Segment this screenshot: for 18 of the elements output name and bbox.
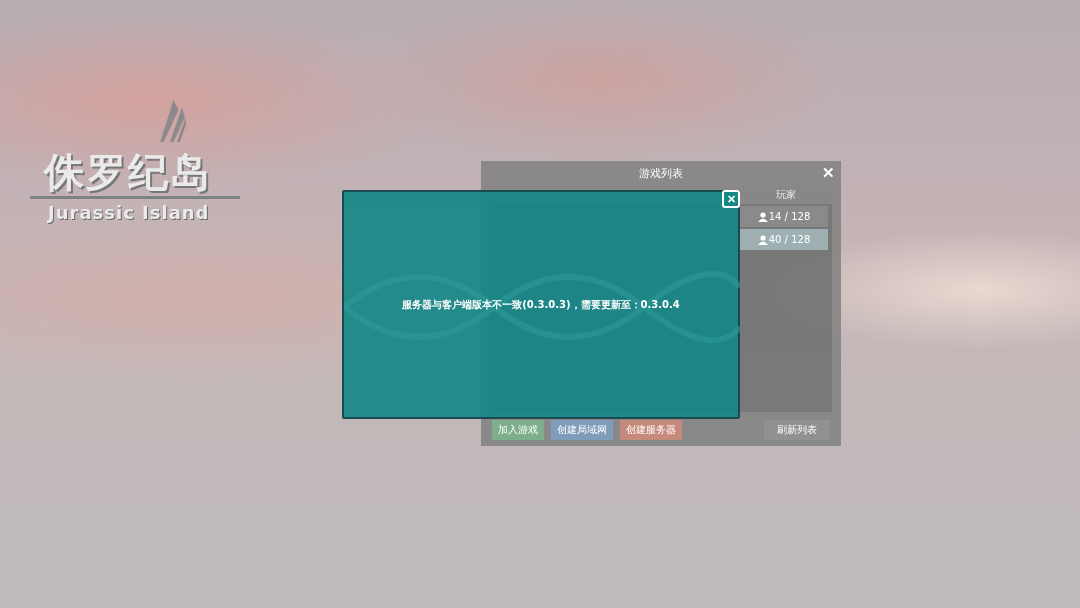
window-title: 游戏列表 bbox=[639, 166, 683, 181]
person-icon bbox=[757, 234, 768, 245]
player-count: 40 / 128 bbox=[768, 234, 811, 245]
person-icon bbox=[757, 211, 768, 222]
action-button[interactable]: 加入游戏 bbox=[492, 420, 544, 440]
logo-subtitle: Jurassic Island bbox=[48, 202, 210, 223]
column-header: 玩家 bbox=[775, 188, 797, 202]
server-row[interactable]: 40 / 128 bbox=[740, 229, 828, 250]
action-button[interactable]: 创建服务器 bbox=[620, 420, 682, 440]
server-row[interactable]: 14 / 128 bbox=[740, 206, 828, 227]
error-message: 服务器与客户端版本不一致(0.3.0.3)，需要更新至：0.3.0.4 bbox=[402, 297, 680, 312]
claw-marks-icon bbox=[160, 100, 186, 142]
player-count: 14 / 128 bbox=[768, 211, 811, 222]
logo-title: 侏罗纪岛 bbox=[44, 148, 212, 197]
action-button[interactable]: 创建局域网 bbox=[551, 420, 613, 440]
action-button[interactable]: 刷新列表 bbox=[764, 420, 830, 440]
close-button[interactable]: ✕ bbox=[722, 190, 740, 208]
close-button[interactable]: ✕ bbox=[822, 164, 835, 182]
